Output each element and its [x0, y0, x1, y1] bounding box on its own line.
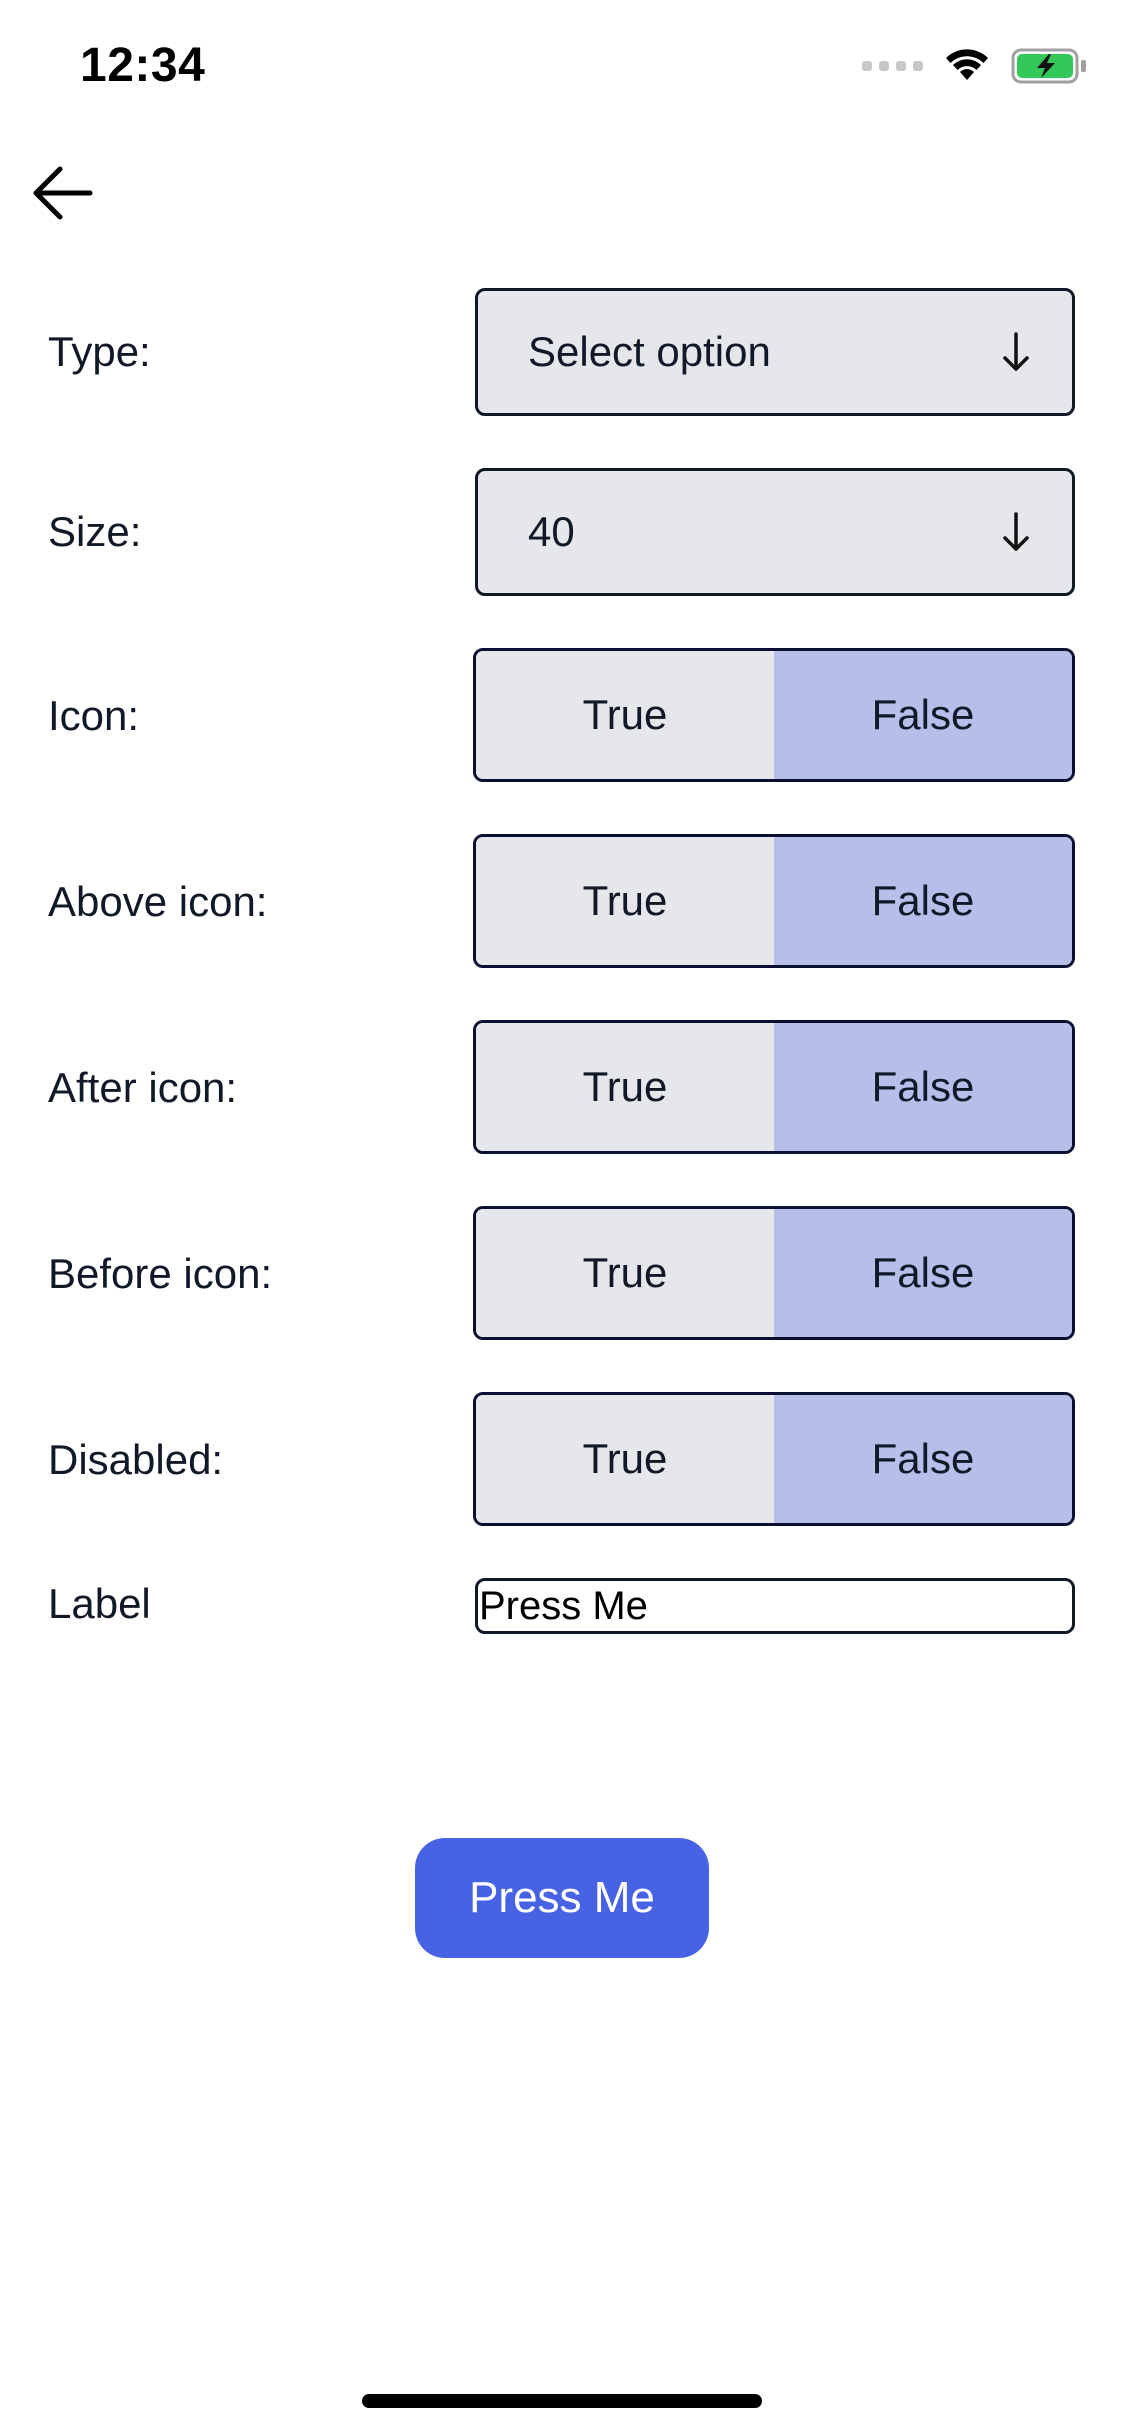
after-icon-label: After icon: [48, 1064, 238, 1111]
before-icon-false-option[interactable]: False [774, 1209, 1072, 1337]
arrow-down-icon [1003, 512, 1029, 551]
before-icon-true-option[interactable]: True [476, 1209, 774, 1337]
size-select[interactable]: 40 [475, 468, 1075, 596]
arrow-left-icon [33, 166, 93, 220]
cellular-signal-icon [862, 61, 923, 71]
type-select[interactable]: Select option [475, 288, 1075, 416]
battery-charging-icon [1011, 48, 1086, 84]
after-icon-false-option[interactable]: False [774, 1023, 1072, 1151]
back-button[interactable] [30, 165, 94, 221]
disabled-true-option[interactable]: True [476, 1395, 774, 1523]
after-icon-row: After icon: True False [48, 1020, 1078, 1156]
label-row: Label [48, 1578, 1078, 1634]
disabled-row: Disabled: True False [48, 1392, 1078, 1528]
before-icon-toggle[interactable]: True False [473, 1206, 1075, 1340]
above-icon-label: Above icon: [48, 878, 268, 925]
home-indicator [362, 2394, 762, 2408]
after-icon-toggle[interactable]: True False [473, 1020, 1075, 1154]
disabled-false-option[interactable]: False [774, 1395, 1072, 1523]
icon-true-option[interactable]: True [476, 651, 774, 779]
label-field-label: Label [48, 1580, 151, 1627]
type-row: Type: Select option [48, 288, 1078, 418]
above-icon-toggle[interactable]: True False [473, 834, 1075, 968]
before-icon-row: Before icon: True False [48, 1206, 1078, 1342]
disabled-label: Disabled: [48, 1436, 224, 1483]
size-row: Size: 40 [48, 468, 1078, 598]
disabled-toggle[interactable]: True False [473, 1392, 1075, 1526]
type-select-value: Select option [528, 328, 771, 375]
before-icon-label: Before icon: [48, 1250, 273, 1297]
wifi-icon [946, 49, 988, 80]
arrow-down-icon [1003, 332, 1029, 371]
above-icon-true-option[interactable]: True [476, 837, 774, 965]
label-input[interactable] [475, 1578, 1075, 1634]
above-icon-row: Above icon: True False [48, 834, 1078, 970]
above-icon-false-option[interactable]: False [774, 837, 1072, 965]
size-label: Size: [48, 508, 142, 555]
press-me-button[interactable]: Press Me [415, 1838, 709, 1958]
after-icon-true-option[interactable]: True [476, 1023, 774, 1151]
icon-toggle[interactable]: True False [473, 648, 1075, 782]
status-icons [862, 48, 1087, 84]
icon-label: Icon: [48, 692, 140, 739]
status-bar: 12:34 [0, 0, 1125, 140]
size-select-value: 40 [528, 508, 575, 555]
icon-false-option[interactable]: False [774, 651, 1072, 779]
status-time: 12:34 [80, 39, 206, 92]
icon-row: Icon: True False [48, 648, 1078, 784]
type-label: Type: [48, 328, 151, 375]
